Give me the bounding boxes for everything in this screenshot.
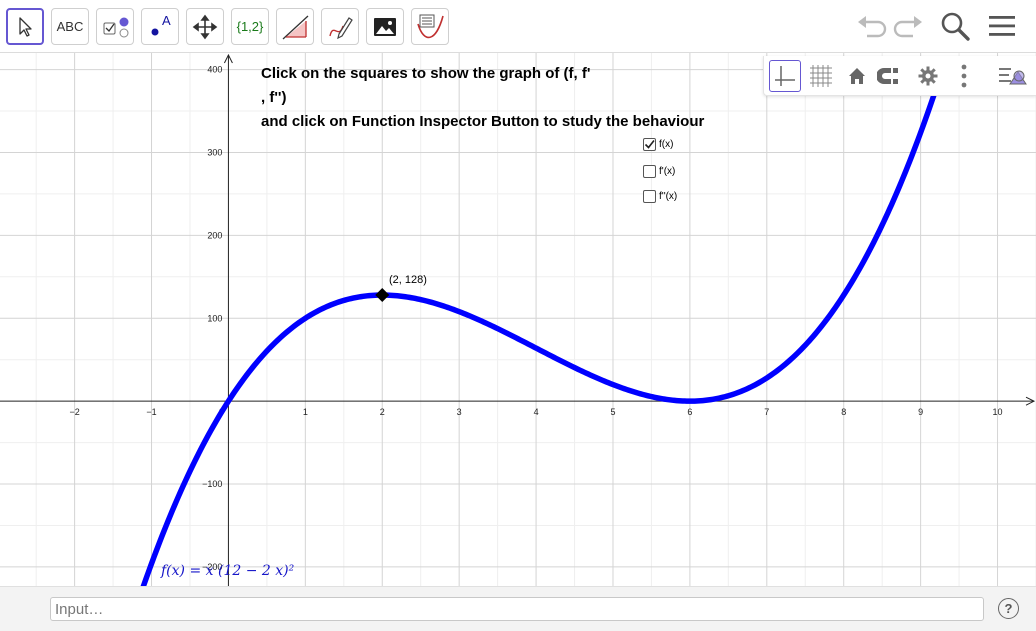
help-icon: ? xyxy=(1004,601,1013,616)
stylebar-toggle-icon xyxy=(999,68,1027,85)
x-tick-label: −2 xyxy=(69,407,79,417)
move-arrows-icon xyxy=(192,14,218,39)
image-icon xyxy=(374,17,396,36)
checkbox-f-prime-box[interactable] xyxy=(643,165,656,178)
x-tick-label: 8 xyxy=(841,407,846,417)
more-icon xyxy=(961,64,967,88)
axes xyxy=(0,53,1036,586)
search-button[interactable] xyxy=(938,10,972,42)
checkbox-tool-button[interactable] xyxy=(96,8,134,45)
grid-minor xyxy=(0,53,1036,586)
x-tick-label: 2 xyxy=(380,407,385,417)
point-icon: A xyxy=(151,13,171,35)
instruction-line-1: Click on the squares to show the graph o… xyxy=(261,65,591,82)
grid-toggle-button[interactable] xyxy=(805,60,837,92)
grid-major xyxy=(0,53,1036,586)
undo-icon xyxy=(858,16,887,38)
gear-icon xyxy=(918,66,938,86)
standard-view-button[interactable] xyxy=(841,60,873,92)
main-menu-button[interactable] xyxy=(986,10,1018,42)
x-tick-label: 6 xyxy=(687,407,692,417)
x-tick-label: 4 xyxy=(534,407,539,417)
x-tick-label: 1 xyxy=(303,407,308,417)
checkbox-f-label: f(x) xyxy=(659,139,674,150)
function-label: f(x) = x (12 − 2 x)² xyxy=(161,563,295,579)
point-maximum[interactable] xyxy=(375,288,390,303)
checkbox-icon xyxy=(103,17,129,37)
y-tick-label: 400 xyxy=(207,65,222,75)
function-curve-f[interactable] xyxy=(136,76,943,586)
checkbox-f[interactable]: f(x) xyxy=(643,138,673,151)
function-inspector-icon xyxy=(417,14,444,38)
image-tool-button[interactable] xyxy=(366,8,404,45)
move-view-tool-button[interactable] xyxy=(186,8,224,45)
y-tick-label: −100 xyxy=(202,479,222,489)
home-icon xyxy=(849,68,865,84)
input-help-button[interactable]: ? xyxy=(998,598,1019,619)
algebra-input[interactable] xyxy=(50,597,984,621)
text-tool-button[interactable]: ABC xyxy=(51,8,89,45)
settings-button[interactable] xyxy=(912,60,944,92)
point-tool-label: A xyxy=(162,13,171,28)
pen-tool-button[interactable] xyxy=(321,8,359,45)
slope-icon xyxy=(282,15,309,39)
menu-icon xyxy=(989,16,1015,36)
toolbar: ABC A {1,2} xyxy=(0,0,1036,53)
check-icon xyxy=(644,140,655,149)
checkbox-f-double-prime[interactable]: f''(x) xyxy=(643,190,677,203)
function-inspector-tool-button[interactable] xyxy=(411,8,449,45)
point-capturing-button[interactable] xyxy=(875,60,907,92)
stylebar-toggle-button[interactable] xyxy=(995,60,1031,92)
redo-button[interactable] xyxy=(892,10,926,42)
search-icon xyxy=(941,12,970,41)
snap-icon xyxy=(877,68,898,84)
pen-icon xyxy=(329,16,353,39)
y-tick-label: 300 xyxy=(207,147,222,157)
geogebra-app: ABC A {1,2} −2 −1 0 1 2 3 4 5 6 7 8 9 10… xyxy=(0,0,1036,631)
x-tick-label: 10 xyxy=(993,407,1003,417)
more-options-button[interactable] xyxy=(948,60,980,92)
text-tool-label: ABC xyxy=(56,19,84,34)
x-tick-label: 7 xyxy=(764,407,769,417)
x-tick-label: 9 xyxy=(918,407,923,417)
checkbox-f-box[interactable] xyxy=(643,138,656,151)
move-tool-button[interactable] xyxy=(6,8,44,45)
checkbox-f-double-prime-label: f''(x) xyxy=(659,191,678,202)
grid-icon xyxy=(810,65,832,87)
function-plot[interactable]: −2 −1 0 1 2 3 4 5 6 7 8 9 10−100100200300400−200 xyxy=(0,53,1036,586)
instruction-line-2: , f'') xyxy=(261,89,287,106)
axes-toggle-button[interactable] xyxy=(769,60,801,92)
input-bar: ? xyxy=(0,586,1036,631)
slope-tool-button[interactable] xyxy=(276,8,314,45)
x-tick-label: −1 xyxy=(146,407,156,417)
point-tool-button[interactable]: A xyxy=(141,8,179,45)
axes-icon xyxy=(775,66,795,86)
x-tick-label: 5 xyxy=(610,407,615,417)
cursor-arrow-icon xyxy=(19,16,32,37)
instruction-line-3: and click on Function Inspector Button t… xyxy=(261,113,705,130)
list-tool-button[interactable]: {1,2} xyxy=(231,8,269,45)
graphics-view[interactable]: −2 −1 0 1 2 3 4 5 6 7 8 9 10 −100 100 200 300 400 −200 Cli… xyxy=(0,53,1036,586)
checkbox-f-prime-label: f'(x) xyxy=(659,166,676,177)
y-tick-label: 200 xyxy=(207,230,222,240)
undo-button[interactable] xyxy=(854,10,888,42)
point-label: (2, 128) xyxy=(389,274,427,286)
y-tick-label: 100 xyxy=(207,313,222,323)
checkbox-f-double-prime-box[interactable] xyxy=(643,190,656,203)
list-tool-label: {1,2} xyxy=(236,19,264,34)
style-bar xyxy=(763,56,1036,96)
checkbox-f-prime[interactable]: f'(x) xyxy=(643,165,675,178)
redo-icon xyxy=(893,16,922,38)
x-tick-label: 3 xyxy=(457,407,462,417)
